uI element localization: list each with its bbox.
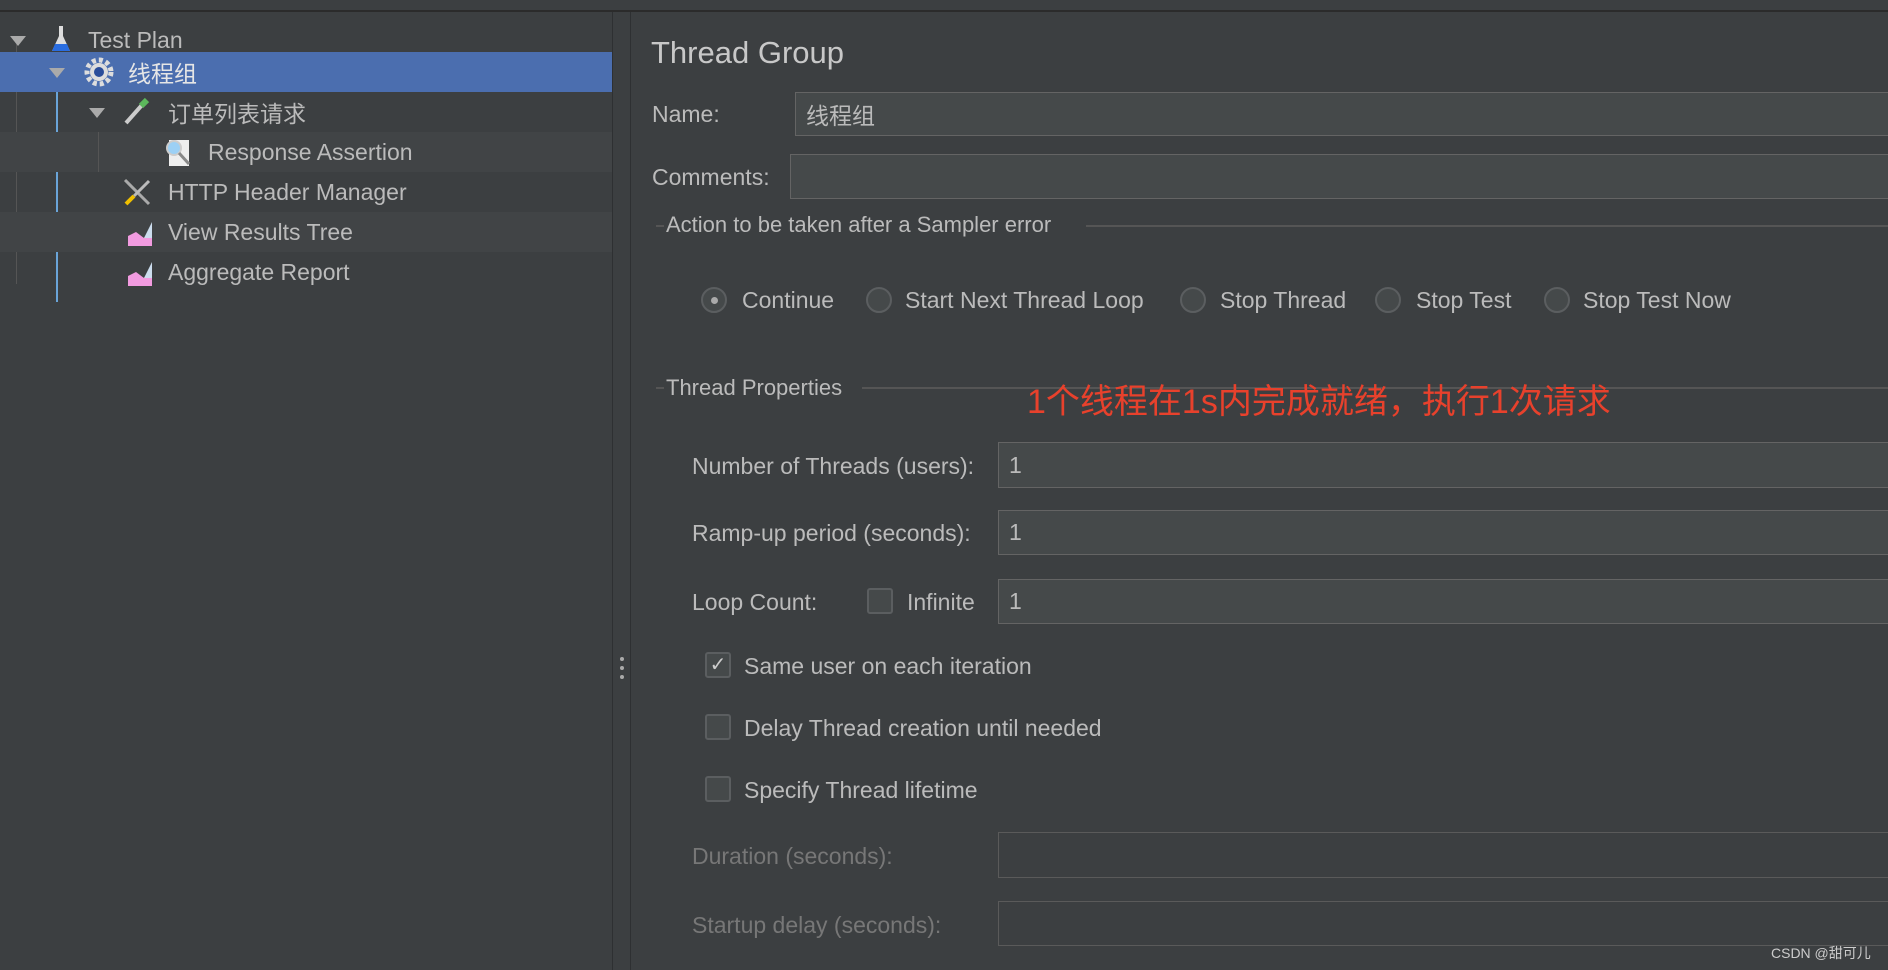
tree-item-thread-group[interactable]: 线程组 bbox=[0, 52, 612, 92]
same-user-checkbox[interactable]: ✓ bbox=[705, 652, 731, 678]
infinite-checkbox[interactable] bbox=[867, 588, 893, 614]
infinite-label: Infinite bbox=[907, 589, 975, 615]
tree-item-response-assertion[interactable]: Response Assertion bbox=[0, 132, 612, 172]
top-toolbar-edge bbox=[0, 0, 1888, 12]
loop-count-field[interactable]: 1 bbox=[998, 579, 1888, 624]
tree-item-label: Aggregate Report bbox=[168, 258, 350, 285]
page-title: Thread Group bbox=[651, 35, 844, 70]
radio-start-next-thread-loop[interactable] bbox=[866, 287, 892, 313]
section-border bbox=[656, 225, 664, 227]
tree-item-label: Response Assertion bbox=[208, 138, 413, 165]
startup-delay-label: Startup delay (seconds): bbox=[692, 912, 942, 938]
rampup-field[interactable]: 1 bbox=[998, 510, 1888, 555]
tree-item-aggregate-report[interactable]: Aggregate Report bbox=[0, 252, 612, 292]
radio-label: Stop Test bbox=[1416, 287, 1512, 313]
threads-field[interactable]: 1 bbox=[998, 442, 1888, 488]
tree-item-http-request[interactable]: 订单列表请求 bbox=[0, 92, 612, 132]
radio-label: Continue bbox=[742, 287, 835, 313]
flask-icon bbox=[52, 26, 70, 51]
tree-item-label: 订单列表请求 bbox=[168, 101, 306, 127]
magnifier-icon bbox=[166, 140, 191, 166]
tree-item-label: Test Plan bbox=[88, 26, 183, 53]
graph-icon bbox=[128, 262, 152, 286]
grip-dot bbox=[620, 666, 624, 670]
threads-label: Number of Threads (users): bbox=[692, 453, 975, 479]
radio-label: Start Next Thread Loop bbox=[905, 287, 1144, 313]
duration-label: Duration (seconds): bbox=[692, 843, 893, 869]
tools-icon bbox=[123, 178, 151, 206]
same-user-label: Same user on each iteration bbox=[744, 653, 1032, 679]
expand-triangle-icon[interactable] bbox=[49, 68, 65, 78]
red-annotation: 1个线程在1s内完成就绪，执行1次请求 bbox=[1027, 383, 1611, 421]
delay-thread-label: Delay Thread creation until needed bbox=[744, 715, 1102, 741]
comments-label: Comments: bbox=[652, 164, 770, 190]
startup-delay-field[interactable] bbox=[998, 901, 1888, 946]
thread-lifetime-label: Specify Thread lifetime bbox=[744, 777, 978, 803]
name-field[interactable]: 线程组 bbox=[795, 92, 1888, 136]
duration-field[interactable] bbox=[998, 832, 1888, 878]
loop-count-label: Loop Count: bbox=[692, 589, 818, 615]
comments-field[interactable] bbox=[790, 154, 1888, 199]
name-label: Name: bbox=[652, 101, 720, 127]
section-border bbox=[1086, 225, 1888, 227]
radio-stop-thread[interactable] bbox=[1180, 287, 1206, 313]
tree-item-view-results-tree[interactable]: View Results Tree bbox=[0, 212, 612, 252]
test-plan-tree[interactable]: Test Plan 线程组 订单列表请求 Response Assertion … bbox=[0, 12, 612, 970]
thread-lifetime-checkbox[interactable] bbox=[705, 776, 731, 802]
rampup-label: Ramp-up period (seconds): bbox=[692, 520, 971, 546]
checkmark-icon: ✓ bbox=[709, 654, 727, 676]
graph-icon bbox=[128, 222, 152, 246]
radio-label: Stop Thread bbox=[1220, 287, 1347, 313]
radio-stop-test-now[interactable] bbox=[1544, 287, 1570, 313]
tree-item-http-header-manager[interactable]: HTTP Header Manager bbox=[0, 172, 612, 212]
section-border bbox=[656, 387, 664, 389]
radio-stop-test[interactable] bbox=[1375, 287, 1401, 313]
radio-continue[interactable] bbox=[701, 287, 727, 313]
watermark: CSDN @甜可儿 bbox=[1771, 945, 1871, 961]
delay-thread-checkbox[interactable] bbox=[705, 714, 731, 740]
thread-properties-section-label: Thread Properties bbox=[666, 375, 843, 400]
tree-guide bbox=[98, 132, 99, 172]
expand-triangle-icon[interactable] bbox=[89, 108, 105, 118]
split-pane-divider[interactable] bbox=[612, 12, 631, 970]
pipette-icon bbox=[124, 97, 150, 125]
gear-icon bbox=[84, 57, 114, 87]
tree-item-label: View Results Tree bbox=[168, 218, 353, 245]
tree-item-label: 线程组 bbox=[128, 61, 197, 87]
grip-dot bbox=[620, 657, 624, 661]
expand-triangle-icon[interactable] bbox=[10, 36, 26, 46]
radio-label: Stop Test Now bbox=[1583, 287, 1731, 313]
tree-item-label: HTTP Header Manager bbox=[168, 178, 407, 205]
sampler-error-section-label: Action to be taken after a Sampler error bbox=[666, 212, 1052, 237]
grip-dot bbox=[620, 675, 624, 679]
